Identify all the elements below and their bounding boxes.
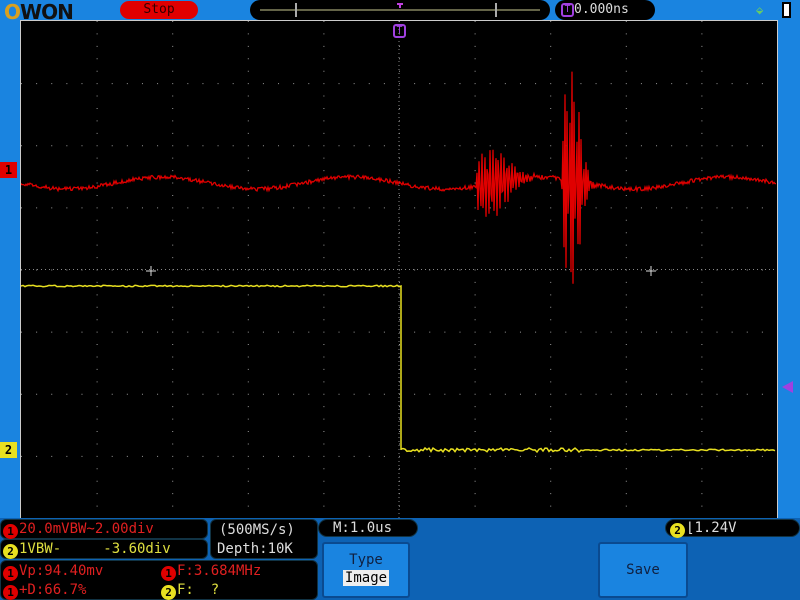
save-button[interactable]: Save	[598, 542, 688, 598]
ch1-badge: 1	[161, 566, 176, 581]
acquisition-box: (500MS/s) Depth:10K	[210, 519, 318, 559]
trigger-level-marker[interactable]	[782, 381, 793, 393]
ch1-badge: 1	[3, 566, 18, 581]
grid-dots	[21, 21, 763, 507]
ch2-trace	[21, 285, 775, 452]
measurement-vp: Vp:94.40mv	[19, 563, 103, 579]
timebase-box: M:1.0us	[318, 519, 418, 537]
ch1-badge: 1	[3, 585, 18, 600]
measurement-ch2-freq: F: ?	[177, 582, 219, 598]
waveform-canvas	[21, 21, 777, 518]
ch1-scale: 20.0mVBW~2.00div	[19, 521, 154, 537]
ch2-badge: 2	[3, 544, 18, 559]
trigger-icon: T	[561, 3, 574, 17]
timebase-position-graphic	[250, 0, 550, 20]
measurements-box: 1 Vp:94.40mv 1 F:3.684MHz 1 +D:66.7% 2 F: ?	[0, 560, 318, 600]
type-value: Image	[343, 570, 389, 586]
memory-depth: Depth:10K	[217, 541, 293, 557]
trigger-position-readout: T 0.000ns	[555, 0, 655, 20]
timebase-value: M:1.0us	[333, 520, 392, 536]
measurement-ch1-freq: F:3.684MHz	[177, 563, 261, 579]
type-menu-button[interactable]: Type Image	[322, 542, 410, 598]
trigger-info-box: 2 ⌊1.24V	[665, 519, 800, 537]
crosshair-marker	[646, 266, 656, 276]
measurement-duty: +D:66.7%	[19, 582, 86, 598]
trigger-source-badge: 2	[670, 523, 685, 538]
trigger-time-marker: T	[393, 20, 406, 39]
trigger-position-value: 0.000ns	[574, 2, 629, 17]
ch1-badge: 1	[3, 524, 18, 539]
sample-rate: (500MS/s)	[219, 522, 295, 538]
ch1-marker[interactable]: 1	[0, 162, 17, 178]
run-stop-indicator[interactable]: Stop	[120, 1, 198, 19]
usb-icon: ⬙	[756, 3, 763, 17]
ch2-scale: 1VBW- -3.60div	[19, 541, 171, 557]
trigger-level-value: 1.24V	[694, 520, 736, 536]
ch1-scale-box: 1 20.0mVBW~2.00div	[0, 519, 208, 539]
crosshair-marker	[146, 266, 156, 276]
battery-icon	[782, 2, 791, 18]
ch2-scale-box: 2 1VBW- -3.60div	[0, 539, 208, 559]
status-panel: 1 20.0mVBW~2.00div 2 1VBW- -3.60div (500MS…	[0, 518, 800, 600]
type-label: Type	[324, 552, 408, 568]
waveform-display[interactable]	[20, 20, 778, 519]
ch2-marker[interactable]: 2	[0, 442, 17, 458]
timebase-position-bar[interactable]	[250, 0, 550, 20]
ch2-badge: 2	[161, 585, 176, 600]
